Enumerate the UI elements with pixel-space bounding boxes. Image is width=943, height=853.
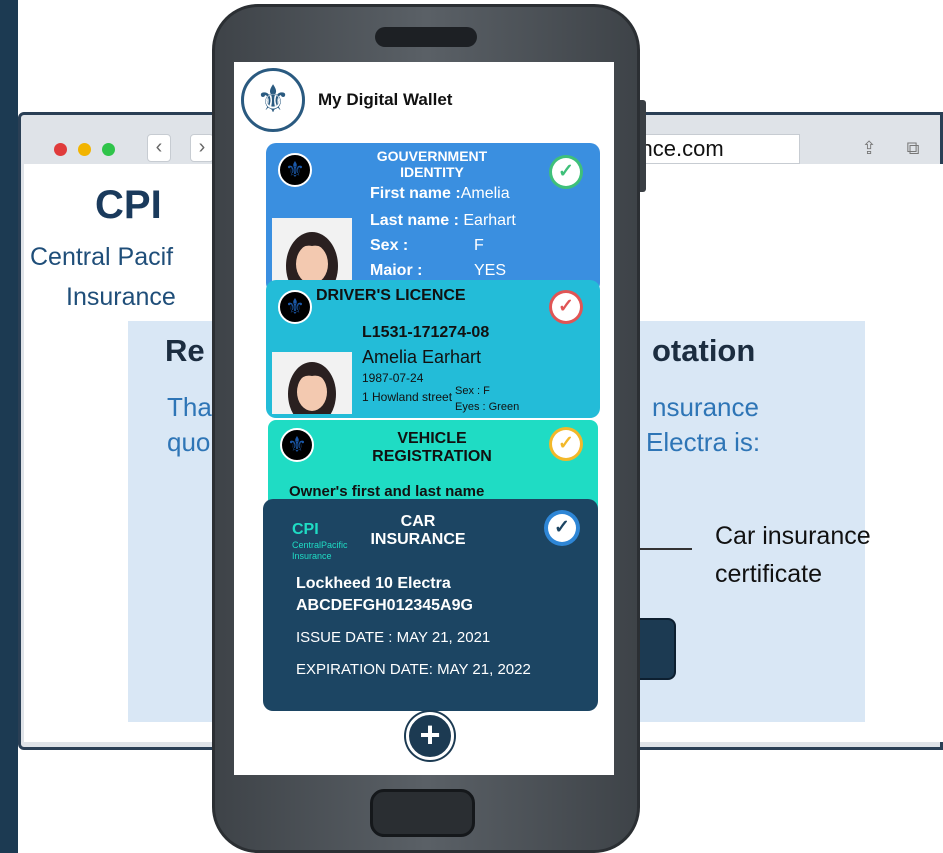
quote-title-right: otation: [652, 333, 756, 368]
insurer-name-line1: CentralPacific: [292, 540, 348, 550]
cpi-logo: CPI: [95, 183, 162, 227]
quote-text-line2-right: Electra is:: [646, 427, 761, 457]
fleur-de-lis-icon: ⚜: [287, 432, 307, 457]
insurer-logo: CPI: [292, 521, 319, 538]
verified-check-icon: ✓: [552, 158, 580, 186]
verified-check-icon: ✓: [548, 514, 576, 542]
government-card-title-line2: IDENTITY: [400, 164, 464, 180]
fleur-de-lis-icon: ⚜: [285, 157, 305, 182]
vehicle-owner-label: Owner's first and last name: [289, 483, 485, 500]
quote-title-left: Re: [165, 333, 205, 368]
licence-dob: 1987-07-24: [362, 371, 424, 385]
left-edge-strip: [0, 0, 18, 853]
licence-sex: Sex : F: [455, 385, 490, 397]
forward-button[interactable]: ›: [190, 134, 214, 162]
url-bar[interactable]: rance.com: [620, 134, 800, 164]
fleur-de-lis-icon: ⚜: [255, 79, 291, 121]
major-value: YES: [474, 262, 507, 279]
vehicle-card-title-line1: VEHICLE: [397, 430, 467, 447]
wallet-title: My Digital Wallet: [318, 90, 453, 109]
licence-photo: [272, 352, 352, 426]
phone-side-button: [640, 100, 646, 192]
government-card-title-line1: GOUVERNMENT: [376, 148, 488, 164]
first-name-row: First name :Amelia: [370, 185, 510, 203]
card-emblem: ⚜: [278, 290, 312, 324]
card-emblem: ⚜: [278, 153, 312, 187]
insured-vin: ABCDEFGH012345A9G: [296, 597, 473, 614]
government-card-title: GOUVERNMENT IDENTITY: [352, 148, 512, 180]
add-card-button[interactable]: +: [406, 712, 454, 760]
quote-text-line2-left: quo: [167, 427, 211, 457]
company-name-line2: Insurance: [66, 283, 176, 311]
expiration-date: EXPIRATION DATE: MAY 21, 2022: [296, 661, 531, 678]
callout-label-line2: certificate: [715, 560, 822, 588]
minimize-window-dot[interactable]: [78, 143, 91, 156]
sex-value: F: [474, 237, 484, 254]
company-name-line1: Central Pacif: [30, 243, 174, 271]
verified-check-icon: ✓: [552, 430, 580, 458]
insurance-card-title-line1: CAR: [400, 513, 436, 530]
insured-vehicle: Lockheed 10 Electra: [296, 575, 451, 592]
maximize-window-dot[interactable]: [102, 143, 115, 156]
verified-check-icon: ✓: [552, 293, 580, 321]
fleur-de-lis-icon: ⚜: [285, 294, 305, 319]
card-emblem: ⚜: [280, 428, 314, 462]
tabs-icon[interactable]: ⧉: [902, 137, 924, 159]
licence-eyes: Eyes : Green: [455, 401, 520, 413]
back-button[interactable]: ‹: [147, 134, 171, 162]
callout-label-line1: Car insurance: [715, 522, 871, 550]
major-label: Maior :: [370, 262, 423, 279]
quote-text-line1-right: nsurance: [652, 392, 759, 422]
sex-label: Sex :: [370, 237, 409, 254]
insurance-card-title: CAR INSURANCE: [362, 513, 474, 549]
close-window-dot[interactable]: [54, 143, 67, 156]
insurance-card-title-line2: INSURANCE: [370, 531, 466, 548]
insurer-name-line2: Insurance: [292, 551, 332, 561]
wallet-logo: ⚜: [241, 68, 305, 132]
last-name-label: Last name :: [370, 212, 459, 229]
licence-address: 1 Howland street: [362, 390, 453, 404]
licence-number: L1531-171274-08: [362, 324, 490, 341]
last-name-row: Last name : Earhart: [370, 212, 516, 230]
sex-row: Sex :: [370, 237, 408, 255]
licence-holder-name: Amelia Earhart: [362, 347, 482, 367]
vehicle-card-title-line2: REGISTRATION: [372, 448, 492, 465]
share-icon[interactable]: ⇪: [858, 137, 880, 159]
phone-speaker: [375, 27, 477, 47]
issue-date: ISSUE DATE : MAY 21, 2021: [296, 629, 491, 646]
phone-home-button[interactable]: [370, 789, 475, 837]
licence-card-title: DRIVER'S LICENCE: [316, 287, 466, 304]
quote-text-line1-left: Tha: [167, 392, 212, 422]
vehicle-card-title: VEHICLE REGISTRATION: [352, 430, 512, 466]
major-row: Maior :: [370, 262, 422, 280]
first-name-label: First name :: [370, 185, 461, 202]
first-name-value: Amelia: [460, 185, 510, 202]
last-name-value: Earhart: [463, 212, 516, 229]
